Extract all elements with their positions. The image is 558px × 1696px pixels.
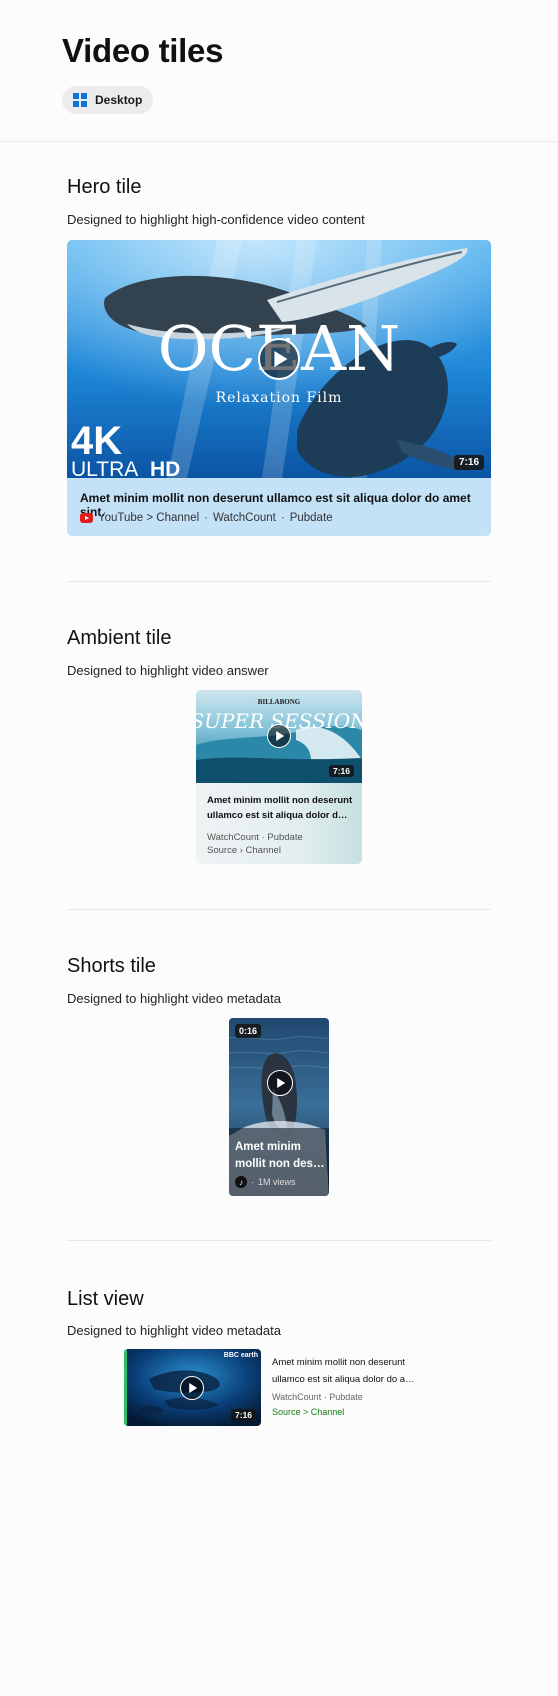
page-title: Video tiles bbox=[62, 32, 224, 69]
shorts-subheading: Designed to highlight video metadata bbox=[67, 991, 281, 1006]
hero-watch-count: WatchCount bbox=[212, 512, 276, 524]
list-pubdate: Pubdate bbox=[329, 1392, 363, 1402]
shorts-duration: 0:16 bbox=[235, 1024, 262, 1038]
list-play-icon[interactable] bbox=[180, 1376, 204, 1400]
list-video-title[interactable]: Amet minim mollit non deserunt ullamco e… bbox=[272, 1354, 432, 1388]
section-divider bbox=[67, 1240, 491, 1241]
ambient-meta: WatchCount · Pubdate Source › Channel bbox=[207, 832, 303, 857]
list-brand-logo: BBC earth bbox=[224, 1352, 258, 1359]
section-divider bbox=[67, 909, 491, 910]
hero-thumbnail-subtitle: Relaxation Film bbox=[216, 390, 343, 406]
shorts-meta: ♪ · 1M views bbox=[235, 1176, 296, 1188]
ambient-subheading: Designed to highlight video answer bbox=[67, 663, 269, 678]
list-source[interactable]: Source > Channel bbox=[272, 1407, 432, 1417]
hero-pubdate: Pubdate bbox=[289, 512, 333, 524]
list-heading: List view bbox=[67, 1288, 144, 1310]
shorts-heading: Shorts tile bbox=[67, 955, 156, 977]
hero-source[interactable]: YouTube > Channel bbox=[98, 512, 199, 524]
ambient-brand-logo: BILLABONG bbox=[258, 698, 301, 706]
ambient-tile[interactable]: BILLABONG SUPER SESSION 7:16 Amet minim … bbox=[196, 690, 362, 864]
hero-ultra-label: ULTRA bbox=[71, 458, 138, 478]
tiktok-icon: ♪ bbox=[235, 1176, 247, 1188]
hero-hd-label: HD bbox=[150, 458, 180, 478]
shorts-video-title[interactable]: Amet minim mollit non deser… bbox=[235, 1139, 325, 1173]
hero-duration: 7:16 bbox=[453, 455, 484, 470]
list-duration: 7:16 bbox=[230, 1409, 256, 1421]
section-divider bbox=[67, 581, 491, 582]
ambient-watch-count: WatchCount bbox=[207, 832, 259, 843]
platform-pill[interactable]: Desktop bbox=[62, 86, 154, 114]
shorts-play-icon[interactable] bbox=[267, 1070, 293, 1096]
youtube-icon bbox=[80, 513, 93, 523]
ambient-play-icon[interactable] bbox=[267, 724, 291, 748]
hero-heading: Hero tile bbox=[67, 176, 142, 198]
ambient-pubdate: Pubdate bbox=[267, 832, 303, 843]
shorts-tile[interactable]: 0:16 Amet minim mollit non deser… ♪ · 1M… bbox=[229, 1018, 329, 1196]
list-thumbnail[interactable]: BBC earth 7:16 bbox=[124, 1349, 261, 1426]
ambient-duration: 7:16 bbox=[329, 765, 355, 777]
windows-logo-icon bbox=[73, 93, 87, 107]
ambient-heading: Ambient tile bbox=[67, 627, 172, 649]
hero-tile[interactable]: OCEAN Relaxation Film 4K ULTRA HD 7:16 A… bbox=[67, 240, 491, 536]
hero-play-icon[interactable] bbox=[258, 338, 300, 380]
header-divider bbox=[0, 141, 558, 142]
hero-meta: YouTube > Channel · WatchCount · Pubdate bbox=[80, 512, 333, 524]
list-info: Amet minim mollit non deserunt ullamco e… bbox=[272, 1354, 432, 1417]
list-meta: WatchCount · Pubdate bbox=[272, 1392, 363, 1402]
meta-separator: · bbox=[280, 512, 285, 524]
ambient-video-title[interactable]: Amet minim mollit non deserunt ullamco e… bbox=[207, 793, 353, 823]
hero-4k-badge: 4K bbox=[71, 419, 122, 463]
ambient-source[interactable]: Source › Channel bbox=[207, 844, 303, 857]
platform-label: Desktop bbox=[95, 93, 143, 107]
shorts-views: 1M views bbox=[258, 1177, 296, 1187]
meta-separator: · bbox=[204, 512, 208, 524]
list-subheading: Designed to highlight video metadata bbox=[67, 1323, 281, 1338]
hero-subheading: Designed to highlight high-confidence vi… bbox=[67, 212, 365, 227]
list-watch-count: WatchCount bbox=[272, 1392, 322, 1402]
